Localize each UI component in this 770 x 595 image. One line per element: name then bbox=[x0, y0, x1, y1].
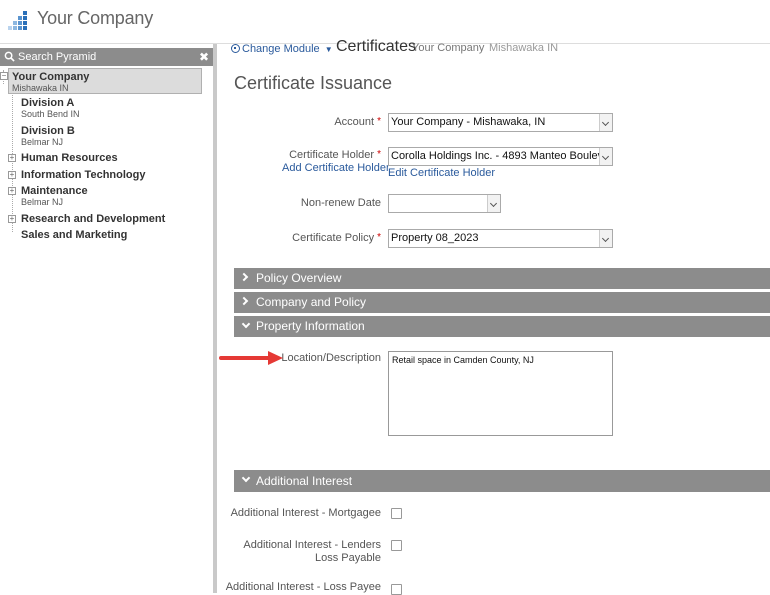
tree-node-information-technology[interactable]: Information Technology bbox=[21, 169, 211, 181]
expand-icon[interactable]: + bbox=[8, 154, 16, 162]
loss-payee-label: Additional Interest - Loss Payee bbox=[225, 581, 381, 593]
certificate-policy-select[interactable]: Property 08_2023 bbox=[388, 229, 613, 248]
page-title: Certificate Issuance bbox=[234, 73, 393, 93]
search-pyramid-label: Search Pyramid bbox=[18, 51, 97, 63]
caret-down-icon: ▼ bbox=[324, 45, 333, 54]
close-icon[interactable]: ✖ bbox=[199, 48, 209, 66]
breadcrumb-location: Mishawaka IN bbox=[489, 42, 559, 54]
certificate-holder-label-text: Certificate Holder bbox=[289, 149, 375, 161]
lenders-loss-payable-checkbox[interactable] bbox=[391, 540, 402, 551]
chevron-down-icon bbox=[487, 195, 500, 212]
chevron-down-icon bbox=[241, 319, 251, 329]
tree-node-division-b[interactable]: Division B Belmar NJ bbox=[21, 125, 201, 147]
expand-icon[interactable]: + bbox=[8, 215, 16, 223]
tree-node-label: Division A bbox=[21, 97, 75, 109]
section-additional-interest[interactable]: Additional Interest bbox=[234, 470, 770, 492]
section-policy-overview[interactable]: Policy Overview bbox=[234, 268, 770, 289]
expand-icon[interactable]: + bbox=[8, 187, 16, 195]
chevron-down-icon bbox=[599, 230, 612, 247]
certificate-policy-label: Certificate Policy * bbox=[221, 231, 381, 245]
section-title: Company and Policy bbox=[256, 295, 367, 309]
module-title: Certificates bbox=[336, 38, 417, 55]
lenders-label-line1: Additional Interest - Lenders bbox=[243, 539, 381, 551]
tree-node-label: Research and Development bbox=[21, 213, 166, 225]
edit-certificate-holder-link[interactable]: Edit Certificate Holder bbox=[388, 167, 495, 179]
loss-payee-checkbox[interactable] bbox=[391, 584, 402, 595]
account-value: Your Company - Mishawaka, IN bbox=[391, 116, 546, 128]
collapse-icon[interactable]: − bbox=[0, 72, 8, 80]
tree-node-location: Belmar NJ bbox=[21, 137, 64, 147]
chevron-right-icon bbox=[239, 272, 249, 282]
account-label-text: Account bbox=[334, 116, 375, 128]
tree-node-maintenance[interactable]: Maintenance Belmar NJ bbox=[21, 185, 201, 207]
mortgagee-label: Additional Interest - Mortgagee bbox=[230, 507, 381, 519]
tree-node-location: South Bend IN bbox=[21, 109, 80, 119]
compass-icon bbox=[231, 44, 240, 53]
pyramid-logo-icon bbox=[8, 11, 27, 30]
chevron-down-icon bbox=[241, 473, 251, 483]
tree-node-division-a[interactable]: Division A South Bend IN bbox=[21, 97, 201, 119]
main-content: Change Module ▼ Certificates Your Compan… bbox=[221, 32, 770, 595]
certificate-holder-select[interactable]: Corolla Holdings Inc. - 4893 Manteo Boul… bbox=[388, 147, 613, 166]
sidebar: Search Pyramid ✖ Your Company Mishawaka … bbox=[0, 44, 217, 593]
tree-node-label: Maintenance bbox=[21, 185, 88, 197]
company-name: Your Company bbox=[37, 8, 154, 28]
certificate-policy-label-text: Certificate Policy bbox=[292, 232, 375, 244]
location-description-value: Retail space in Camden County, NJ bbox=[392, 355, 534, 365]
account-label: Account * bbox=[221, 115, 381, 129]
section-company-and-policy[interactable]: Company and Policy bbox=[234, 292, 770, 313]
certificate-holder-value: Corolla Holdings Inc. - 4893 Manteo Boul… bbox=[391, 150, 613, 162]
certificate-holder-label: Certificate Holder * bbox=[221, 148, 381, 162]
search-icon bbox=[4, 51, 15, 62]
section-title: Additional Interest bbox=[256, 474, 353, 488]
breadcrumb-company: Your Company bbox=[412, 42, 485, 54]
tree-node-label: Human Resources bbox=[21, 152, 118, 164]
section-title: Property Information bbox=[256, 319, 365, 333]
tree-node-research-and-development[interactable]: Research and Development bbox=[21, 213, 211, 225]
section-property-information[interactable]: Property Information bbox=[234, 316, 770, 337]
location-description-textarea[interactable]: Retail space in Camden County, NJ bbox=[388, 351, 613, 436]
non-renew-date-select[interactable] bbox=[388, 194, 501, 213]
annotation-arrow-icon bbox=[219, 351, 283, 365]
change-module-button[interactable]: Change Module ▼ bbox=[231, 43, 333, 55]
account-select[interactable]: Your Company - Mishawaka, IN bbox=[388, 113, 613, 132]
expand-icon[interactable]: + bbox=[8, 171, 16, 179]
mortgagee-checkbox[interactable] bbox=[391, 508, 402, 519]
chevron-right-icon bbox=[239, 296, 249, 306]
section-title: Policy Overview bbox=[256, 271, 342, 285]
tree-node-your-company[interactable]: Your Company Mishawaka IN bbox=[8, 68, 202, 94]
tree-node-label: Division B bbox=[21, 125, 75, 137]
search-pyramid-bar[interactable]: Search Pyramid ✖ bbox=[0, 48, 213, 66]
change-module-label: Change Module bbox=[242, 43, 320, 55]
tree-node-label: Sales and Marketing bbox=[21, 229, 128, 241]
certificate-policy-value: Property 08_2023 bbox=[391, 232, 479, 244]
required-marker: * bbox=[377, 149, 381, 160]
tree-node-location: Mishawaka IN bbox=[12, 83, 69, 93]
tree-line bbox=[12, 92, 13, 232]
non-renew-date-label: Non-renew Date bbox=[300, 197, 381, 209]
chevron-down-icon bbox=[599, 114, 612, 131]
chevron-down-icon bbox=[599, 148, 612, 165]
tree-node-label: Information Technology bbox=[21, 169, 146, 181]
tree-node-human-resources[interactable]: Human Resources bbox=[21, 152, 201, 164]
lenders-loss-payable-label: Additional Interest - Lenders Loss Payab… bbox=[221, 539, 381, 565]
module-header: Change Module ▼ Certificates Your Compan… bbox=[221, 32, 770, 62]
required-marker: * bbox=[377, 232, 381, 243]
add-certificate-holder-link[interactable]: Add Certificate Holder bbox=[282, 162, 390, 174]
tree-node-label: Your Company bbox=[12, 71, 90, 83]
required-marker: * bbox=[377, 116, 381, 127]
tree-node-location: Belmar NJ bbox=[21, 197, 64, 207]
tree-node-sales-and-marketing[interactable]: Sales and Marketing bbox=[21, 229, 201, 241]
lenders-label-line2: Loss Payable bbox=[314, 552, 381, 564]
